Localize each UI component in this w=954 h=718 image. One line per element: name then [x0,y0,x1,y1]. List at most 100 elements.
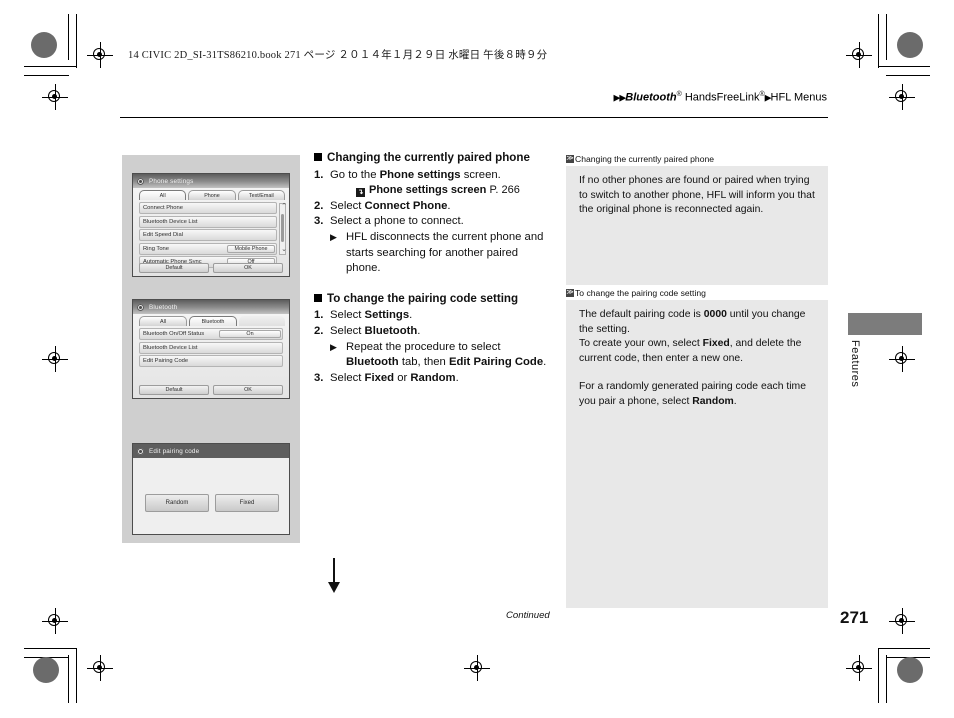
crop-line [878,648,930,649]
crop-line [878,14,879,68]
step-text: Select [330,324,365,337]
screen-tab-phone[interactable]: Phone [188,190,236,200]
note-paragraph: If no other phones are found or paired w… [579,175,815,216]
crop-line [878,66,930,67]
bullet-square-icon [314,153,322,161]
crop-line [886,14,887,60]
row-label: Bluetooth On/Off Status [143,331,205,337]
screen-tab-text-email[interactable]: Text/Email [237,190,285,200]
screenshot-phone-settings: Phone settings All Phone Text/Email Conn… [132,173,290,277]
xref-label: Phone settings screen [369,184,487,197]
screen-row[interactable]: Edit Pairing Code [139,355,283,367]
screen-row[interactable]: Bluetooth Device List [139,215,277,228]
illustration-panel: Phone settings All Phone Text/Email Conn… [122,155,340,593]
step-item: 1. Go to the Phone settings screen. ↴ Pho… [314,168,554,199]
step-tail: . [447,199,451,212]
crop-line [878,648,879,703]
screen-title-bar: Bluetooth [133,300,289,314]
registration-mark [464,655,490,681]
section-heading-changing-paired-phone: Changing the currently paired phone [314,150,554,166]
row-value[interactable]: On [219,330,281,338]
note2-random: Random [692,395,734,407]
crop-line [68,655,69,703]
step-tail: . [455,371,459,384]
page-number: 271 [840,608,869,627]
screen-tabs: All Phone Text/Email [133,188,289,200]
note-label-text: To change the pairing code setting [575,288,706,298]
registration-mark [889,608,915,634]
density-dot [31,32,57,58]
note-label-text: Changing the currently paired phone [575,154,715,164]
step-bold: Bluetooth [364,324,418,337]
screen-title-bar: Edit pairing code [133,444,289,458]
triangle-bullet-icon: ▶ [330,231,337,242]
step-item: 1. Select Settings. [314,308,554,324]
breadcrumb-bluetooth: Bluetooth [625,91,677,104]
bullet-tail: . [543,356,547,369]
screen-title-bar: Phone settings [133,174,289,188]
note-label-changing-paired-phone: ≫Changing the currently paired phone [566,154,714,164]
step-item: 2. Select Connect Phone. [314,199,554,215]
bullet-bold1: Bluetooth [346,356,399,369]
row-value[interactable]: Mobile Phone [227,244,275,253]
flow-arrow-down-icon [328,558,340,593]
side-tab-marker [848,313,922,335]
registration-mark [889,84,915,110]
row-label: Connect Phone [143,205,183,211]
screen-row[interactable]: Bluetooth Device List [139,341,283,354]
ok-button[interactable]: OK [213,263,283,273]
registration-mark [846,655,872,681]
default-button[interactable]: Default [139,263,209,273]
step-number: 2. [314,199,324,212]
step-tail: . [417,324,421,337]
scroll-up-icon[interactable]: ⌃ [281,203,287,210]
print-job-header: 14 CIVIC 2D_SI-31TS86210.book 271 ページ ２０… [128,50,548,61]
continued-label: Continued [506,610,550,621]
section-heading-text: Changing the currently paired phone [327,151,530,164]
cross-reference[interactable]: ↴ Phone settings screen P. 266 [330,183,554,199]
screenshot-edit-pairing-code: Edit pairing code Random Fixed [132,443,290,535]
crop-line [24,75,69,76]
screen-tab-all[interactable]: All [139,190,187,200]
screen-row[interactable]: Connect Phone [139,202,277,214]
bullet-pre: Repeat the procedure to select [346,340,501,353]
random-button[interactable]: Random [145,494,209,512]
screen-row[interactable]: Bluetooth On/Off Status On [139,328,283,340]
steps-list-section2: 1. Select Settings. 2. Select Bluetooth.… [314,308,554,386]
scrollbar-thumb[interactable] [281,214,284,242]
row-label: Edit Pairing Code [143,358,189,364]
screen-footer: Default OK [139,385,283,395]
note2-default-code: 0000 [703,309,727,320]
step-text: Select [330,199,365,212]
screen-tab-bluetooth[interactable]: Bluetooth [189,316,237,326]
ok-button[interactable]: OK [213,385,283,395]
note-paragraph: To create your own, select Fixed, and de… [579,337,816,366]
fixed-button[interactable]: Fixed [215,494,279,512]
screen-title: Phone settings [149,177,194,185]
scroll-down-icon[interactable]: ⌄ [281,246,287,253]
screen-body: All Bluetooth Bluetooth On/Off Status On… [133,314,289,398]
row-label: Bluetooth Device List [143,344,198,351]
screen-title: Bluetooth [149,303,178,311]
note-spacer [579,366,816,380]
screen-row[interactable]: Edit Speed Dial [139,229,277,241]
main-text-column: Changing the currently paired phone 1. G… [314,150,554,386]
registration-mark [42,608,68,634]
screen-row[interactable]: Ring Tone Mobile Phone [139,242,277,255]
row-label: Bluetooth Device List [143,218,198,225]
manual-page: 14 CIVIC 2D_SI-31TS86210.book 271 ページ ２０… [0,0,954,718]
breadcrumb: ▶▶Bluetooth® HandsFreeLink®▶HFL Menus [613,91,827,104]
section-heading-text: To change the pairing code setting [327,291,519,305]
step-bold: Settings [364,309,410,322]
density-dot [33,657,59,683]
crop-line [24,66,77,67]
step-bold2: Random [410,371,456,384]
screen-tab-all[interactable]: All [139,316,187,326]
jump-to-icon: ↴ [356,188,365,198]
bullet-mid: tab, then [398,356,449,369]
registration-mark [889,346,915,372]
bullet-bold2: Edit Pairing Code [448,356,544,369]
default-button[interactable]: Default [139,385,209,395]
note2-p2a: To create your own, select [579,338,703,350]
